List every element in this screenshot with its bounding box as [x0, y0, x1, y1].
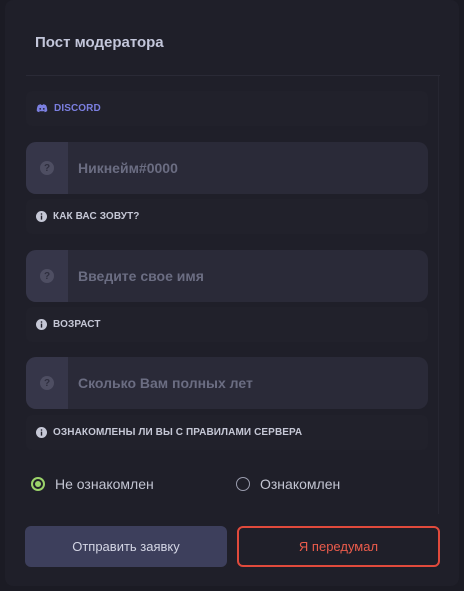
radio-indicator	[31, 477, 45, 491]
field-addon: ?	[26, 250, 68, 302]
radio-familiar-label: Ознакомлен	[260, 476, 341, 492]
age-field: ?	[26, 357, 428, 409]
discord-icon	[36, 104, 48, 113]
radio-indicator	[236, 477, 250, 491]
info-icon	[36, 211, 47, 222]
rules-label-row: ОЗНАКОМЛЕНЫ ЛИ ВЫ С ПРАВИЛАМИ СЕРВЕРА	[26, 415, 428, 450]
field-addon: ?	[26, 357, 68, 409]
age-input[interactable]	[68, 357, 428, 409]
discord-label: DISCORD	[54, 103, 101, 114]
question-icon: ?	[40, 376, 54, 390]
radio-not-familiar[interactable]: Не ознакомлен	[31, 476, 154, 492]
discord-input[interactable]	[68, 142, 428, 194]
name-label-row: КАК ВАС ЗОВУТ?	[26, 199, 428, 234]
discord-field: ?	[26, 142, 428, 194]
header-divider	[26, 75, 440, 76]
name-field: ?	[26, 250, 428, 302]
rules-label: ОЗНАКОМЛЕНЫ ЛИ ВЫ С ПРАВИЛАМИ СЕРВЕРА	[53, 427, 303, 438]
question-icon: ?	[40, 269, 54, 283]
field-addon: ?	[26, 142, 68, 194]
submit-button[interactable]: Отправить заявку	[25, 526, 227, 567]
question-icon: ?	[40, 161, 54, 175]
name-label: КАК ВАС ЗОВУТ?	[53, 211, 140, 222]
radio-not-familiar-label: Не ознакомлен	[55, 476, 154, 492]
cancel-button[interactable]: Я передумал	[237, 526, 440, 567]
info-icon	[36, 427, 47, 438]
discord-label-row: DISCORD	[26, 91, 428, 126]
age-label: ВОЗРАСТ	[53, 319, 101, 330]
info-icon	[36, 319, 47, 330]
scrollbar-track	[438, 76, 439, 514]
name-input[interactable]	[68, 250, 428, 302]
page-title: Пост модератора	[35, 34, 164, 51]
age-label-row: ВОЗРАСТ	[26, 307, 428, 342]
radio-familiar[interactable]: Ознакомлен	[236, 476, 340, 492]
